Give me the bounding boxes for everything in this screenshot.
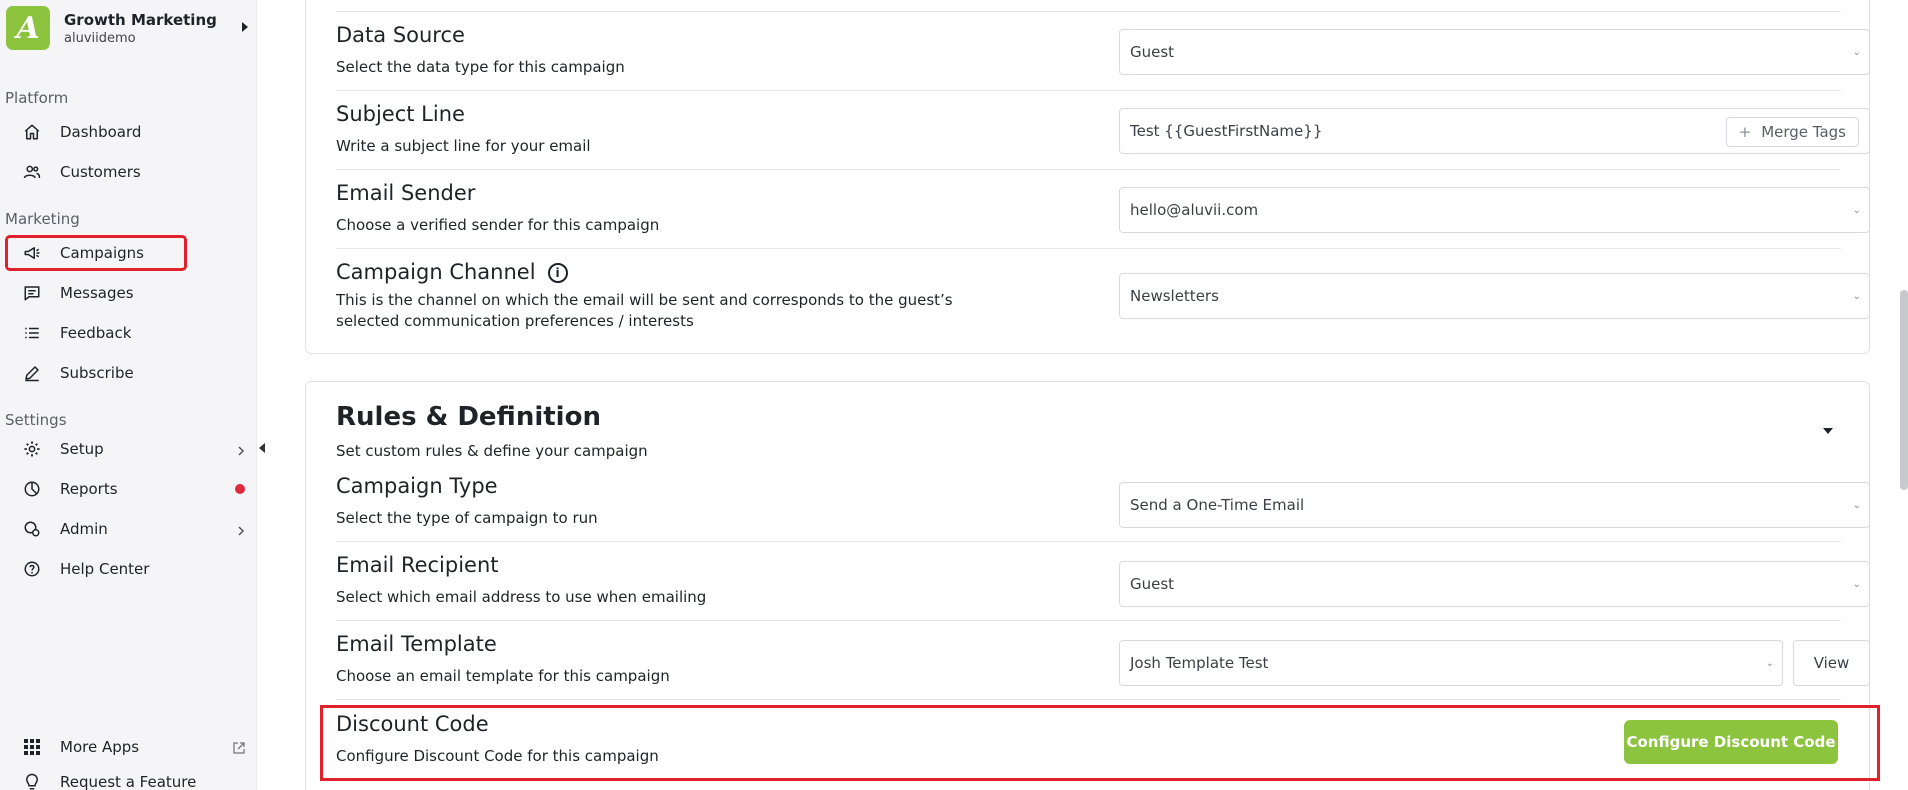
list-icon bbox=[20, 321, 44, 345]
chevron-down-icon: ⌄ bbox=[1852, 500, 1861, 511]
divider bbox=[336, 90, 1841, 91]
section-title: Rules & Definition bbox=[336, 402, 601, 432]
email-template-select[interactable]: Josh Template Test ⌄ bbox=[1119, 640, 1783, 686]
notification-dot bbox=[235, 484, 245, 494]
divider bbox=[336, 11, 1841, 12]
home-icon bbox=[20, 120, 44, 144]
plus-icon: + bbox=[1738, 123, 1752, 141]
sidebar-item-label: Subscribe bbox=[60, 364, 134, 382]
chevron-down-icon: ⌄ bbox=[1852, 579, 1861, 590]
subject-line-input[interactable]: Test {{GuestFirstName}} + Merge Tags bbox=[1119, 108, 1870, 154]
scrollbar[interactable] bbox=[1900, 290, 1908, 490]
view-template-button[interactable]: View bbox=[1793, 640, 1870, 686]
section-label-settings: Settings bbox=[5, 411, 67, 429]
grid-icon bbox=[20, 735, 44, 759]
select-value: Josh Template Test bbox=[1130, 654, 1269, 672]
configure-discount-code-button[interactable]: Configure Discount Code bbox=[1624, 720, 1838, 764]
campaign-channel-select[interactable]: Newsletters ⌄ bbox=[1119, 273, 1870, 319]
chevron-right-icon bbox=[237, 442, 245, 461]
brand-subtitle: aluviidemo bbox=[64, 30, 136, 46]
message-icon bbox=[20, 281, 44, 305]
chevron-down-icon: ⌄ bbox=[1765, 658, 1774, 669]
sidebar-item-help-center[interactable]: Help Center bbox=[6, 552, 251, 586]
select-value: Newsletters bbox=[1130, 287, 1219, 305]
megaphone-icon bbox=[20, 241, 44, 265]
sidebar-item-label: Messages bbox=[60, 284, 134, 302]
select-value: Send a One-Time Email bbox=[1130, 496, 1305, 514]
divider bbox=[336, 248, 1841, 249]
divider bbox=[336, 699, 1841, 700]
sidebar-item-request-feature[interactable]: Request a Feature bbox=[6, 765, 251, 790]
sidebar-item-label: Reports bbox=[60, 480, 118, 498]
sidebar-item-label: Setup bbox=[60, 440, 104, 458]
collapse-sidebar-icon[interactable] bbox=[259, 443, 265, 453]
section-label-platform: Platform bbox=[5, 89, 69, 107]
sidebar-item-reports[interactable]: Reports bbox=[6, 472, 251, 506]
sidebar-item-dashboard[interactable]: Dashboard bbox=[6, 115, 251, 149]
chevron-down-icon: ⌄ bbox=[1852, 205, 1861, 216]
sidebar-item-label: Help Center bbox=[60, 560, 150, 578]
divider bbox=[336, 541, 1841, 542]
chevron-down-icon: ⌄ bbox=[1852, 291, 1861, 302]
chevron-down-icon: ⌄ bbox=[1852, 47, 1861, 58]
merge-tags-label: Merge Tags bbox=[1761, 123, 1846, 141]
sidebar-item-setup[interactable]: Setup bbox=[6, 432, 251, 466]
sidebar-item-subscribe[interactable]: Subscribe bbox=[6, 356, 251, 390]
app-logo: A bbox=[6, 6, 50, 50]
sidebar-item-label: More Apps bbox=[60, 738, 140, 756]
divider bbox=[336, 620, 1841, 621]
sidebar-item-messages[interactable]: Messages bbox=[6, 276, 251, 310]
users-icon bbox=[20, 160, 44, 184]
section-description: Set custom rules & define your campaign bbox=[336, 442, 648, 460]
sidebar-item-customers[interactable]: Customers bbox=[6, 155, 251, 189]
bulb-icon bbox=[20, 770, 44, 790]
info-icon[interactable]: i bbox=[547, 263, 568, 283]
campaign-type-select[interactable]: Send a One-Time Email ⌄ bbox=[1119, 482, 1870, 528]
divider bbox=[336, 169, 1841, 170]
email-sender-select[interactable]: hello@aluvii.com ⌄ bbox=[1119, 187, 1870, 233]
row-description: This is the channel on which the email w… bbox=[336, 291, 953, 330]
sidebar-item-label: Campaigns bbox=[60, 244, 145, 262]
main-content: Data Source Select the data type for thi… bbox=[275, 0, 1908, 790]
sidebar-item-campaigns[interactable]: Campaigns bbox=[5, 235, 187, 271]
data-source-select[interactable]: Guest ⌄ bbox=[1119, 29, 1870, 75]
select-value: Guest bbox=[1130, 575, 1175, 593]
gear-icon bbox=[20, 437, 44, 461]
sidebar-item-label: Customers bbox=[60, 163, 141, 181]
sidebar-item-label: Request a Feature bbox=[60, 773, 197, 790]
sidebar-item-label: Admin bbox=[60, 520, 108, 538]
sidebar-item-label: Feedback bbox=[60, 324, 132, 342]
campaign-details-card: Data Source Select the data type for thi… bbox=[305, 0, 1870, 354]
sidebar-item-feedback[interactable]: Feedback bbox=[6, 316, 251, 350]
sidebar-item-admin[interactable]: Admin bbox=[6, 512, 251, 546]
row-title: Campaign Channel i bbox=[336, 260, 1016, 284]
chart-icon bbox=[20, 477, 44, 501]
collapse-caret-icon[interactable] bbox=[1823, 428, 1833, 434]
help-icon bbox=[20, 557, 44, 581]
chevron-right-icon bbox=[237, 522, 245, 541]
section-label-marketing: Marketing bbox=[5, 210, 80, 228]
brand-title: Growth Marketing bbox=[64, 10, 217, 29]
admin-icon bbox=[20, 517, 44, 541]
caret-right-icon[interactable] bbox=[242, 22, 248, 32]
sidebar-item-label: Dashboard bbox=[60, 123, 142, 141]
merge-tags-button[interactable]: + Merge Tags bbox=[1725, 117, 1859, 147]
campaign-channel-row: Campaign Channel i This is the channel on… bbox=[336, 260, 1016, 332]
section-header: Rules & Definition Set custom rules & de… bbox=[336, 402, 648, 460]
pen-icon bbox=[20, 361, 44, 385]
sidebar: A Growth Marketing aluviidemo Platform D… bbox=[0, 0, 257, 790]
external-link-icon bbox=[233, 739, 245, 758]
brand[interactable]: A Growth Marketing aluviidemo bbox=[6, 6, 217, 50]
select-value: hello@aluvii.com bbox=[1130, 201, 1259, 219]
email-recipient-select[interactable]: Guest ⌄ bbox=[1119, 561, 1870, 607]
sidebar-item-more-apps[interactable]: More Apps bbox=[6, 730, 251, 764]
input-value: Test {{GuestFirstName}} bbox=[1130, 122, 1323, 140]
select-value: Guest bbox=[1130, 43, 1175, 61]
